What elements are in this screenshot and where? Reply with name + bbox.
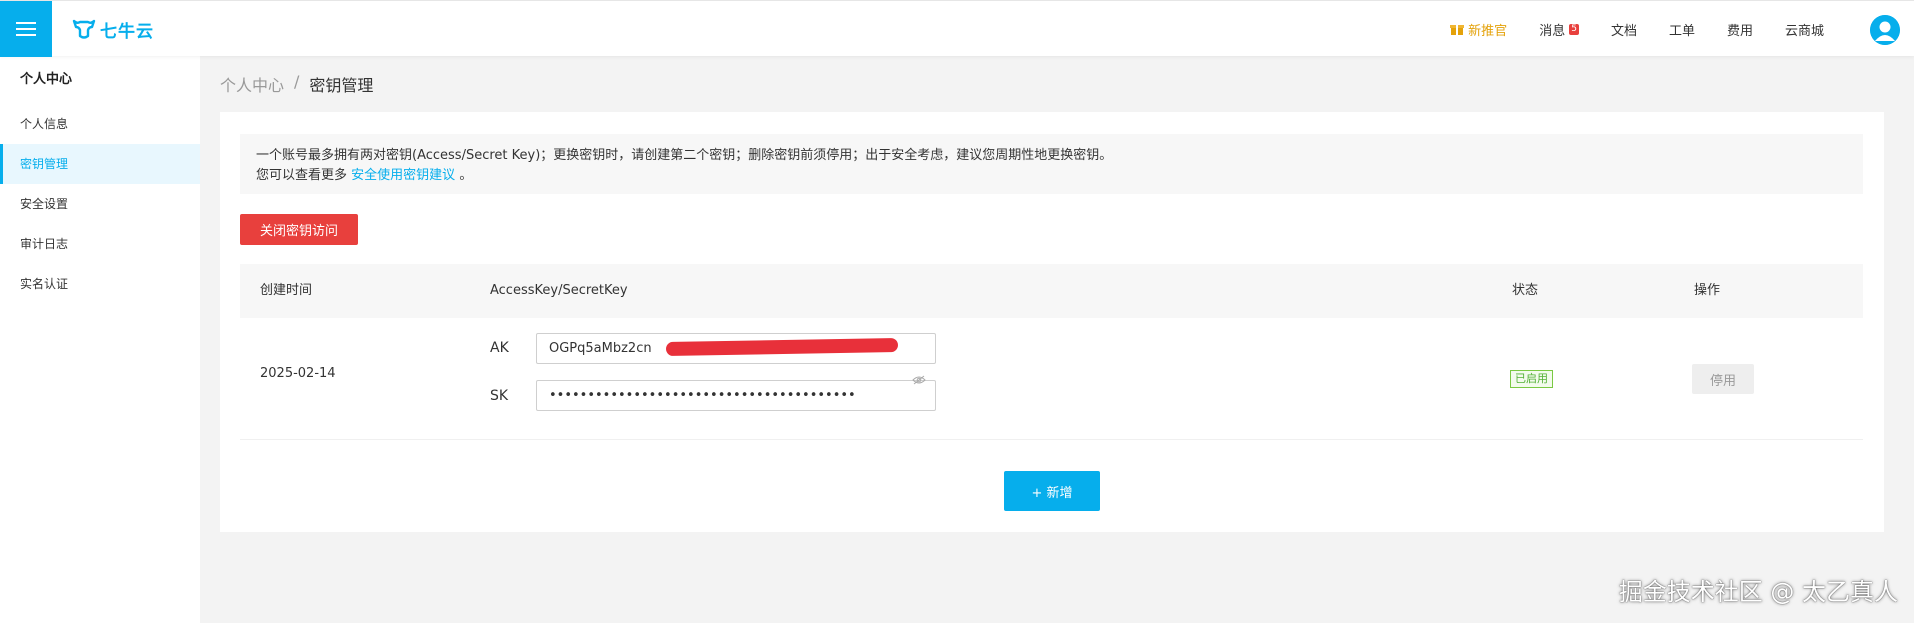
close-key-access-button[interactable]: 关闭密钥访问 (240, 214, 358, 245)
nav-label: 云商城 (1784, 23, 1824, 39)
nav-label: 文档 (1610, 23, 1637, 39)
status-badge: 已启用 (1510, 370, 1553, 388)
notice-suffix: 。 (459, 168, 473, 183)
column-header-actions: 操作 (1694, 283, 1721, 298)
sidebar-item-audit-log[interactable]: 审计日志 (0, 224, 200, 264)
qiniu-logo-icon (72, 19, 96, 39)
key-management-card: 一个账号最多拥有两对密钥(Access/Secret Key)；更换密钥时，请创… (220, 112, 1884, 532)
breadcrumb-root[interactable]: 个人中心 (220, 72, 284, 96)
security-advice-link[interactable]: 安全使用密钥建议 (351, 168, 455, 183)
user-icon (1870, 15, 1900, 45)
hamburger-menu-button[interactable] (0, 1, 52, 57)
watermark: 掘金技术社区 @ 太乙真人 (1618, 578, 1898, 606)
nav-label: 工单 (1668, 23, 1695, 39)
notice-prefix: 您可以查看更多 (256, 168, 348, 183)
keys-table-header: 创建时间 AccessKey/SecretKey 状态 操作 (240, 264, 1863, 318)
column-header-created: 创建时间 (260, 283, 313, 298)
user-avatar[interactable] (1870, 15, 1900, 45)
disable-key-button[interactable]: 停用 (1692, 364, 1754, 394)
nav-item-marketplace[interactable]: 云商城 (1785, 20, 1824, 39)
sidebar-item-security[interactable]: 安全设置 (0, 184, 200, 224)
sidebar-item-verification[interactable]: 实名认证 (0, 264, 200, 304)
sidebar-item-keys[interactable]: 密钥管理 (0, 144, 200, 184)
notice-line-1: 一个账号最多拥有两对密钥(Access/Secret Key)；更换密钥时，请创… (256, 148, 1113, 163)
top-header: 七牛云 新推官 消息 5 文档 工单 费用 云商城 (0, 0, 1914, 57)
nav-item-tickets[interactable]: 工单 (1669, 20, 1695, 39)
nav-item-messages[interactable]: 消息 5 (1539, 20, 1579, 39)
breadcrumb-separator: / (294, 72, 300, 91)
eye-off-icon[interactable] (912, 375, 926, 385)
menu-icon (16, 22, 36, 36)
column-header-status: 状态 (1512, 283, 1539, 298)
table-row: 2025-02-14 AK SK 已启用 停用 (240, 318, 1863, 440)
top-nav: 新推官 消息 5 文档 工单 费用 云商城 (1450, 1, 1824, 57)
brand-logo[interactable]: 七牛云 (72, 15, 154, 43)
sidebar: 个人中心 个人信息 密钥管理 安全设置 审计日志 实名认证 (0, 56, 200, 623)
nav-label: 新推官 (1468, 23, 1508, 39)
sk-label: SK (490, 388, 509, 404)
secret-key-field[interactable] (536, 380, 936, 411)
ak-label: AK (490, 340, 509, 356)
breadcrumb: 个人中心 / 密钥管理 (220, 72, 373, 96)
sidebar-item-profile[interactable]: 个人信息 (0, 104, 200, 144)
page-scrollbar[interactable] (1900, 56, 1914, 623)
gift-icon (1450, 25, 1465, 35)
nav-label: 费用 (1726, 23, 1753, 39)
created-date: 2025-02-14 (260, 366, 336, 381)
nav-item-referral[interactable]: 新推官 (1450, 20, 1507, 39)
breadcrumb-current: 密钥管理 (309, 76, 374, 95)
sidebar-title: 个人中心 (20, 72, 73, 87)
nav-label: 消息 (1539, 23, 1566, 39)
column-header-keys: AccessKey/SecretKey (490, 283, 628, 298)
add-key-button[interactable]: + 新增 (1004, 471, 1100, 511)
notice-line-2: 您可以查看更多 安全使用密钥建议 。 (256, 166, 1847, 186)
key-notice: 一个账号最多拥有两对密钥(Access/Secret Key)；更换密钥时，请创… (240, 134, 1863, 194)
nav-item-billing[interactable]: 费用 (1727, 20, 1753, 39)
message-count-badge: 5 (1569, 23, 1579, 35)
nav-item-docs[interactable]: 文档 (1611, 20, 1637, 39)
logo-text: 七牛云 (100, 21, 154, 42)
